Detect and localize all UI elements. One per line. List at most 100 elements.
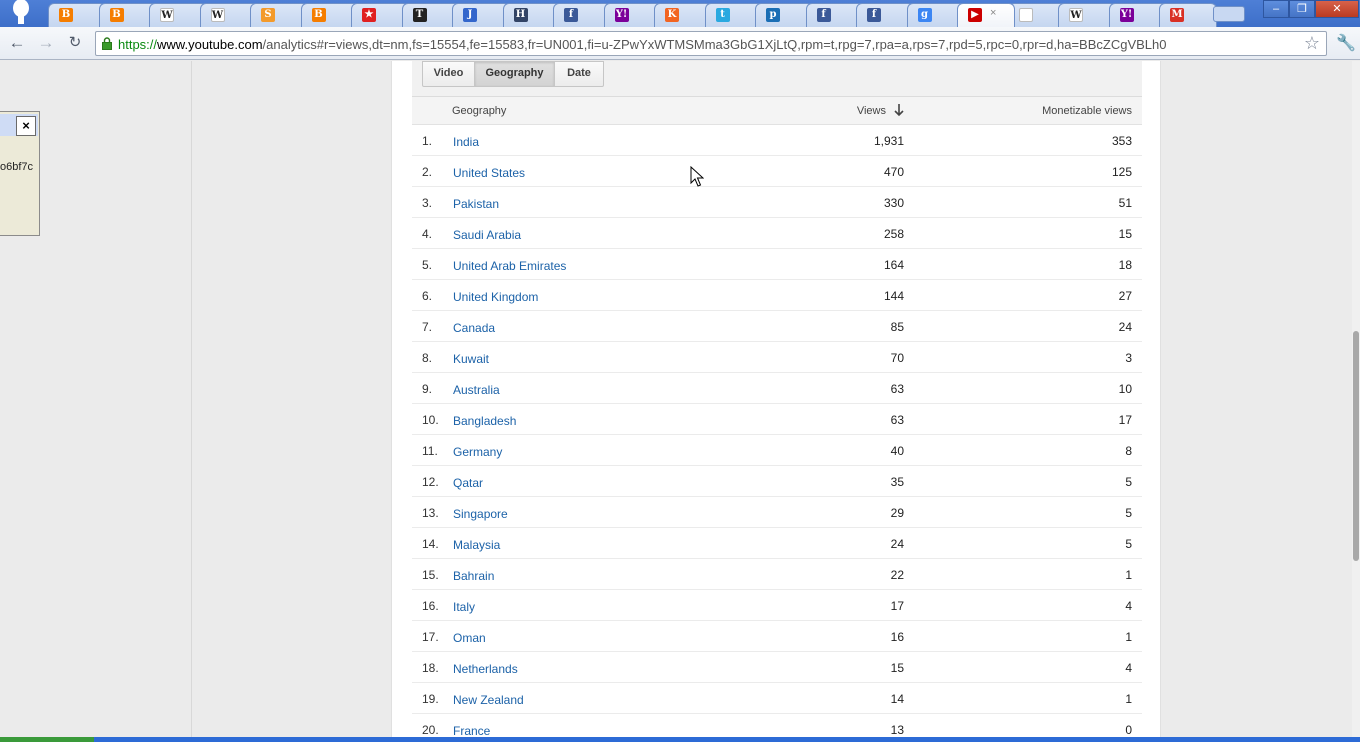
browser-tab[interactable]: W bbox=[149, 3, 207, 27]
country-link[interactable]: Oman bbox=[453, 631, 486, 645]
monetizable-views-cell: 1 bbox=[1125, 692, 1132, 706]
forward-arrow-icon[interactable]: → bbox=[35, 33, 57, 53]
blogger-icon: B bbox=[59, 8, 73, 22]
browser-tab[interactable]: B bbox=[300, 3, 359, 27]
monetizable-views-cell: 15 bbox=[1118, 227, 1132, 241]
facebook-icon: f bbox=[564, 8, 578, 22]
address-bar[interactable]: https://www.youtube.com/analytics#r=view… bbox=[95, 31, 1327, 56]
wikipedia-icon: W bbox=[160, 8, 174, 22]
browser-tab[interactable]: K bbox=[654, 3, 712, 27]
browser-tab[interactable]: g bbox=[906, 3, 965, 27]
country-link[interactable]: United Kingdom bbox=[453, 290, 538, 304]
country-link[interactable]: Saudi Arabia bbox=[453, 228, 521, 242]
maximize-button[interactable]: ❐ bbox=[1289, 0, 1315, 18]
browser-tab[interactable]: ▶ × bbox=[957, 3, 1015, 27]
monetizable-views-cell: 8 bbox=[1125, 444, 1132, 458]
browser-tab[interactable]: p bbox=[755, 3, 813, 27]
country-link[interactable]: Australia bbox=[453, 383, 500, 397]
minimize-button[interactable]: – bbox=[1263, 0, 1289, 18]
browser-tab[interactable]: H bbox=[502, 3, 561, 27]
country-link[interactable]: New Zealand bbox=[453, 693, 524, 707]
browser-tab[interactable]: f bbox=[553, 3, 611, 27]
country-link[interactable]: India bbox=[453, 135, 479, 149]
wrench-menu-icon[interactable]: 🔧 bbox=[1336, 33, 1356, 53]
back-arrow-icon[interactable]: ← bbox=[6, 33, 28, 53]
column-header-geography[interactable]: Geography bbox=[452, 105, 506, 117]
monetizable-views-cell: 3 bbox=[1125, 351, 1132, 365]
h-icon: H bbox=[513, 8, 528, 22]
tab-date[interactable]: Date bbox=[554, 61, 604, 87]
country-link[interactable]: Germany bbox=[453, 445, 502, 459]
country-link[interactable]: Kuwait bbox=[453, 352, 489, 366]
column-header-monetizable-views[interactable]: Monetizable views bbox=[1042, 105, 1132, 117]
browser-tab[interactable]: M bbox=[1159, 3, 1217, 27]
geography-table: Geography Views Monetizable views 1. Indi… bbox=[412, 97, 1142, 737]
monetizable-views-cell: 5 bbox=[1125, 537, 1132, 551]
country-link[interactable]: Bahrain bbox=[453, 569, 494, 583]
sort-descending-arrow-icon[interactable] bbox=[892, 102, 906, 118]
rank-cell: 20. bbox=[422, 723, 439, 737]
app-logo-icon bbox=[13, 0, 29, 24]
browser-tab[interactable]: Y! bbox=[1108, 3, 1167, 27]
country-link[interactable]: Italy bbox=[453, 600, 475, 614]
gmail-icon: M bbox=[1170, 8, 1184, 22]
table-row: 17. Oman 16 1 bbox=[412, 621, 1142, 652]
browser-tab[interactable]: t bbox=[704, 3, 763, 27]
monetizable-views-cell: 0 bbox=[1125, 723, 1132, 737]
tab-video[interactable]: Video bbox=[422, 61, 475, 87]
browser-tab[interactable]: J bbox=[452, 3, 510, 27]
table-header: Geography Views Monetizable views bbox=[412, 97, 1142, 125]
browser-tab[interactable]: S bbox=[250, 3, 308, 27]
bookmark-star-icon[interactable]: ☆ bbox=[1304, 33, 1320, 54]
country-link[interactable]: France bbox=[453, 724, 490, 737]
reload-icon[interactable]: ↻ bbox=[64, 33, 86, 53]
start-button[interactable] bbox=[0, 737, 94, 742]
country-link[interactable]: Netherlands bbox=[453, 662, 518, 676]
country-link[interactable]: Bangladesh bbox=[453, 414, 516, 428]
browser-tab[interactable]: T bbox=[401, 3, 460, 27]
browser-tab[interactable]: W bbox=[199, 3, 258, 27]
rank-cell: 4. bbox=[422, 227, 433, 241]
new-tab-button[interactable] bbox=[1213, 6, 1245, 22]
country-link[interactable]: Malaysia bbox=[453, 538, 500, 552]
views-cell: 17 bbox=[890, 599, 904, 613]
browser-tab[interactable]: B bbox=[98, 3, 157, 27]
twitter-icon: t bbox=[715, 8, 730, 22]
blogger-orange-icon: S bbox=[261, 8, 275, 22]
views-cell: 330 bbox=[883, 196, 904, 210]
tab-close-icon[interactable]: × bbox=[990, 7, 996, 19]
column-header-views[interactable]: Views bbox=[857, 105, 886, 117]
browser-tab[interactable]: B bbox=[48, 3, 106, 27]
popup-close-icon[interactable]: × bbox=[16, 116, 36, 136]
monetizable-views-cell: 4 bbox=[1125, 599, 1132, 613]
rank-cell: 3. bbox=[422, 196, 433, 210]
browser-tab[interactable]: f bbox=[856, 3, 914, 27]
browser-tab[interactable]: W bbox=[1058, 3, 1116, 27]
monetizable-views-cell: 5 bbox=[1125, 506, 1132, 520]
rank-cell: 15. bbox=[422, 568, 439, 582]
rank-cell: 9. bbox=[422, 382, 433, 396]
rank-cell: 5. bbox=[422, 258, 433, 272]
country-link[interactable]: Pakistan bbox=[453, 197, 499, 211]
window-close-button[interactable]: ✕ bbox=[1315, 0, 1359, 18]
blogger-icon: B bbox=[311, 8, 326, 22]
browser-tab[interactable] bbox=[1007, 3, 1066, 27]
views-cell: 16 bbox=[890, 630, 904, 644]
table-row: 15. Bahrain 22 1 bbox=[412, 559, 1142, 590]
views-cell: 22 bbox=[890, 568, 904, 582]
country-link[interactable]: Qatar bbox=[453, 476, 483, 490]
vertical-scrollbar[interactable] bbox=[1352, 61, 1360, 737]
country-link[interactable]: Singapore bbox=[453, 507, 508, 521]
country-link[interactable]: United States bbox=[453, 166, 525, 180]
yahoo-icon: Y! bbox=[614, 8, 629, 22]
monetizable-views-cell: 17 bbox=[1118, 413, 1132, 427]
country-link[interactable]: United Arab Emirates bbox=[453, 259, 566, 273]
scrollbar-thumb[interactable] bbox=[1353, 331, 1359, 561]
browser-tab[interactable]: Y! bbox=[603, 3, 662, 27]
tab-geography[interactable]: Geography bbox=[474, 61, 555, 87]
browser-tab[interactable]: ★ bbox=[351, 3, 409, 27]
browser-tab[interactable]: f bbox=[805, 3, 864, 27]
table-row: 8. Kuwait 70 3 bbox=[412, 342, 1142, 373]
country-link[interactable]: Canada bbox=[453, 321, 495, 335]
monetizable-views-cell: 51 bbox=[1118, 196, 1132, 210]
